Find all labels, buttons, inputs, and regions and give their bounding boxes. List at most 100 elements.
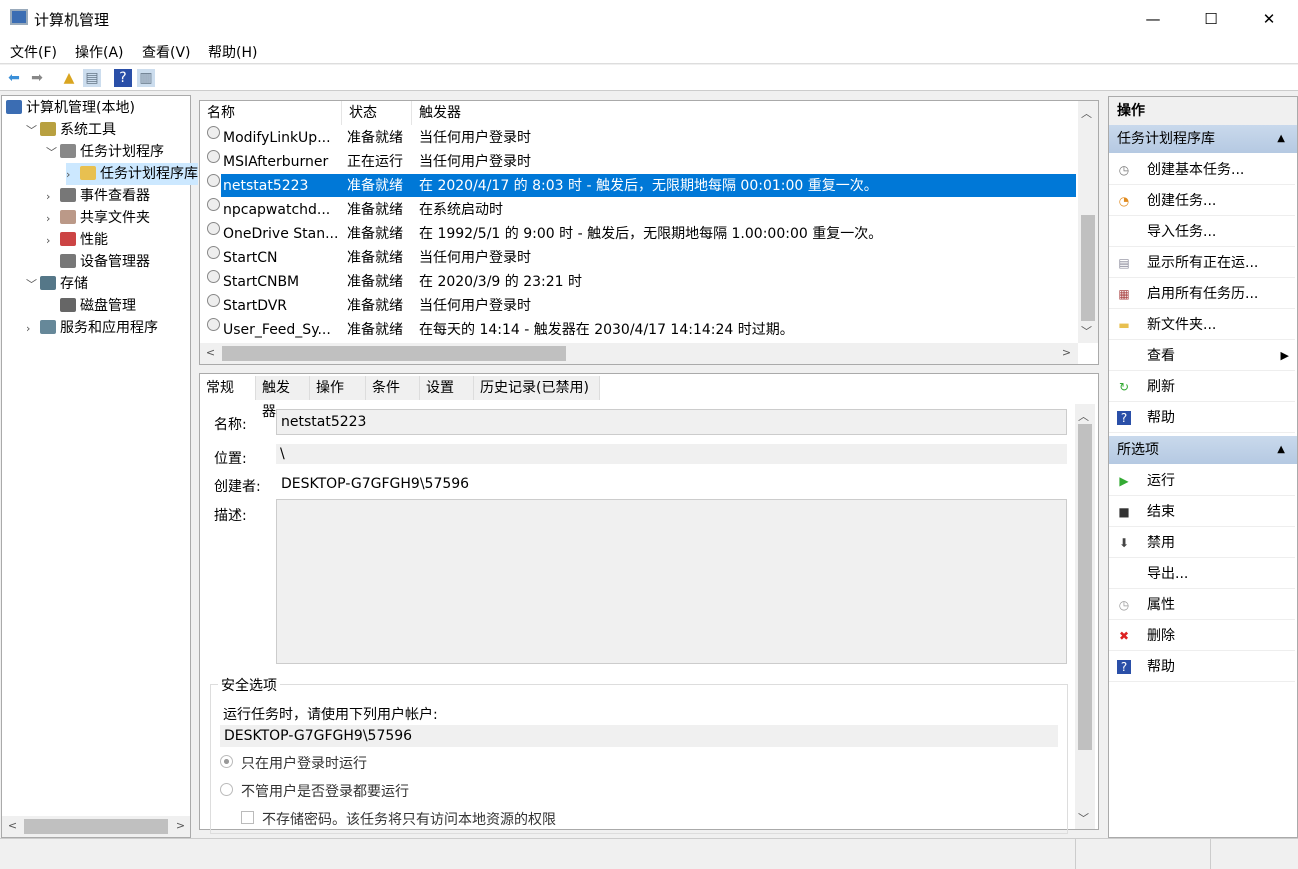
scroll-thumb[interactable] [1078,424,1092,750]
task-row[interactable]: StartDVR 准备就绪 当任何用户登录时 [200,294,1076,318]
maximize-button[interactable]: ☐ [1182,0,1240,38]
tab-1[interactable]: 触发器 [256,376,310,420]
tree-item[interactable]: › 性能 [46,229,108,251]
radio-logged-on-only-label: 只在用户登录时运行 [241,756,367,772]
tree-item[interactable]: 设备管理器 [46,251,150,273]
tab-5[interactable]: 历史记录(已禁用) [474,376,600,400]
action-item[interactable]: ? 帮助 [1109,652,1295,682]
action-label: 属性 [1147,597,1175,613]
back-arrow-icon[interactable]: ⬅ [5,69,23,87]
column-header-trigger[interactable]: 触发器 [412,101,1076,125]
tree-item[interactable]: ﹀ 任务计划程序 [46,141,164,163]
tree-item[interactable]: › 共享文件夹 [46,207,150,229]
action-label: 刷新 [1147,379,1175,395]
do-not-store-password-checkbox[interactable] [241,811,254,824]
action-item[interactable]: 导出... [1109,559,1295,589]
show-hide-action-pane-icon[interactable]: ▥ [137,69,155,87]
radio-logged-on-only[interactable] [220,755,233,768]
detail-vertical-scrollbar[interactable]: ︿ ﹀ [1075,404,1095,829]
tree-item[interactable]: 计算机管理(本地) [6,97,135,119]
task-row[interactable]: StartCNBM 准备就绪 在 2020/3/9 的 23:21 时 [200,270,1076,294]
action-item[interactable]: 导入任务... [1109,217,1295,247]
tree-item[interactable]: › 事件查看器 [46,185,150,207]
action-label: 新文件夹... [1147,317,1217,333]
column-header-name[interactable]: 名称 [200,101,342,125]
action-item[interactable]: ▦ 启用所有任务历... [1109,279,1295,309]
description-field[interactable] [276,499,1067,664]
tree-item-icon [40,320,56,334]
action-label: 运行 [1147,473,1175,489]
section-task-library[interactable]: 任务计划程序库 ▲ [1109,125,1297,153]
radio-whether-logged-on[interactable] [220,783,233,796]
tree-item-label: 系统工具 [60,122,116,138]
action-label: 显示所有正在运... [1147,255,1259,271]
help-icon[interactable]: ? [114,69,132,87]
task-row[interactable]: netstat5223 准备就绪 在 2020/4/17 的 8:03 时 - … [200,174,1076,198]
expand-chevron-icon[interactable]: › [66,164,80,186]
run-as-label: 运行任务时，请使用下列用户帐户: [223,707,438,723]
menu-action[interactable]: 操作(A) [75,42,124,62]
tree-item[interactable]: › 任务计划程序库 [66,163,198,185]
task-row[interactable]: MSIAfterburner 正在运行 当任何用户登录时 [200,150,1076,174]
tab-4[interactable]: 设置 [420,376,474,400]
action-label: 删除 [1147,628,1175,644]
menu-view[interactable]: 查看(V) [142,42,191,62]
column-header-status[interactable]: 状态 [342,101,412,125]
name-field[interactable]: netstat5223 [276,409,1067,435]
task-row[interactable]: StartCN 准备就绪 当任何用户登录时 [200,246,1076,270]
horizontal-scrollbar[interactable]: < > [200,343,1078,364]
show-hide-tree-icon[interactable]: ▤ [83,69,101,87]
task-row[interactable]: User_Feed_Sy... 准备就绪 在每天的 14:14 - 触发器在 2… [200,318,1076,342]
menu-file[interactable]: 文件(F) [10,42,57,62]
tree-item[interactable]: › 服务和应用程序 [26,317,158,339]
tab-2[interactable]: 操作 [310,376,366,400]
scroll-thumb[interactable] [222,346,566,361]
scroll-thumb[interactable] [24,819,168,834]
security-options-title: 安全选项 [218,675,280,695]
action-item[interactable]: ? 帮助 [1109,403,1295,433]
task-row[interactable]: ModifyLinkUp... 准备就绪 当任何用户登录时 [200,126,1076,150]
task-row[interactable]: OneDrive Stan... 准备就绪 在 1992/5/1 的 9:00 … [200,222,1076,246]
scroll-thumb[interactable] [1081,215,1095,321]
expand-chevron-icon[interactable]: ﹀ [46,142,60,164]
expand-chevron-icon[interactable]: › [46,186,60,208]
section-selected-item[interactable]: 所选项 ▲ [1109,436,1297,464]
action-item[interactable]: ⬇ 禁用 [1109,528,1295,558]
radio-whether-logged-on-label: 不管用户是否登录都要运行 [241,784,409,800]
tree-item[interactable]: ﹀ 存储 [26,273,88,295]
tab-0[interactable]: 常规 [200,376,256,400]
action-item[interactable]: ▤ 显示所有正在运... [1109,248,1295,278]
vertical-scrollbar[interactable]: ︿ ﹀ [1078,101,1098,343]
tab-3[interactable]: 条件 [366,376,420,400]
task-status: 准备就绪 [347,130,403,146]
action-item[interactable]: ◷ 属性 [1109,590,1295,620]
action-label: 帮助 [1147,659,1175,675]
minimize-button[interactable]: — [1124,0,1182,38]
tree-item-label: 任务计划程序库 [100,166,198,182]
expand-chevron-icon[interactable]: › [46,208,60,230]
action-item[interactable]: ✖ 删除 [1109,621,1295,651]
tree-horizontal-scrollbar[interactable]: < > [2,816,190,837]
tree-item[interactable]: ﹀ 系统工具 [26,119,116,141]
collapse-icon[interactable]: ▲ [1277,436,1285,464]
tree-item[interactable]: 磁盘管理 [46,295,136,317]
close-button[interactable]: ✕ [1240,0,1298,38]
expand-chevron-icon[interactable]: ﹀ [26,274,40,296]
up-folder-icon[interactable]: ▲ [60,69,78,87]
action-item[interactable]: 查看 ▶ [1109,341,1295,371]
task-status: 准备就绪 [347,178,403,194]
collapse-icon[interactable]: ▲ [1277,125,1285,153]
action-item[interactable]: ◔ 创建任务... [1109,186,1295,216]
expand-chevron-icon[interactable]: › [26,318,40,340]
action-item[interactable]: ◷ 创建基本任务... [1109,155,1295,185]
menu-help[interactable]: 帮助(H) [208,42,257,62]
action-item[interactable]: ▬ 新文件夹... [1109,310,1295,340]
action-item[interactable]: ↻ 刷新 [1109,372,1295,402]
expand-chevron-icon[interactable]: › [46,230,60,252]
forward-arrow-icon[interactable]: ➡ [28,69,46,87]
expand-chevron-icon[interactable]: ﹀ [26,120,40,142]
tree-item-icon [60,210,76,224]
action-item[interactable]: ▶ 运行 [1109,466,1295,496]
task-row[interactable]: npcapwatchd... 准备就绪 在系统启动时 [200,198,1076,222]
action-item[interactable]: ■ 结束 [1109,497,1295,527]
